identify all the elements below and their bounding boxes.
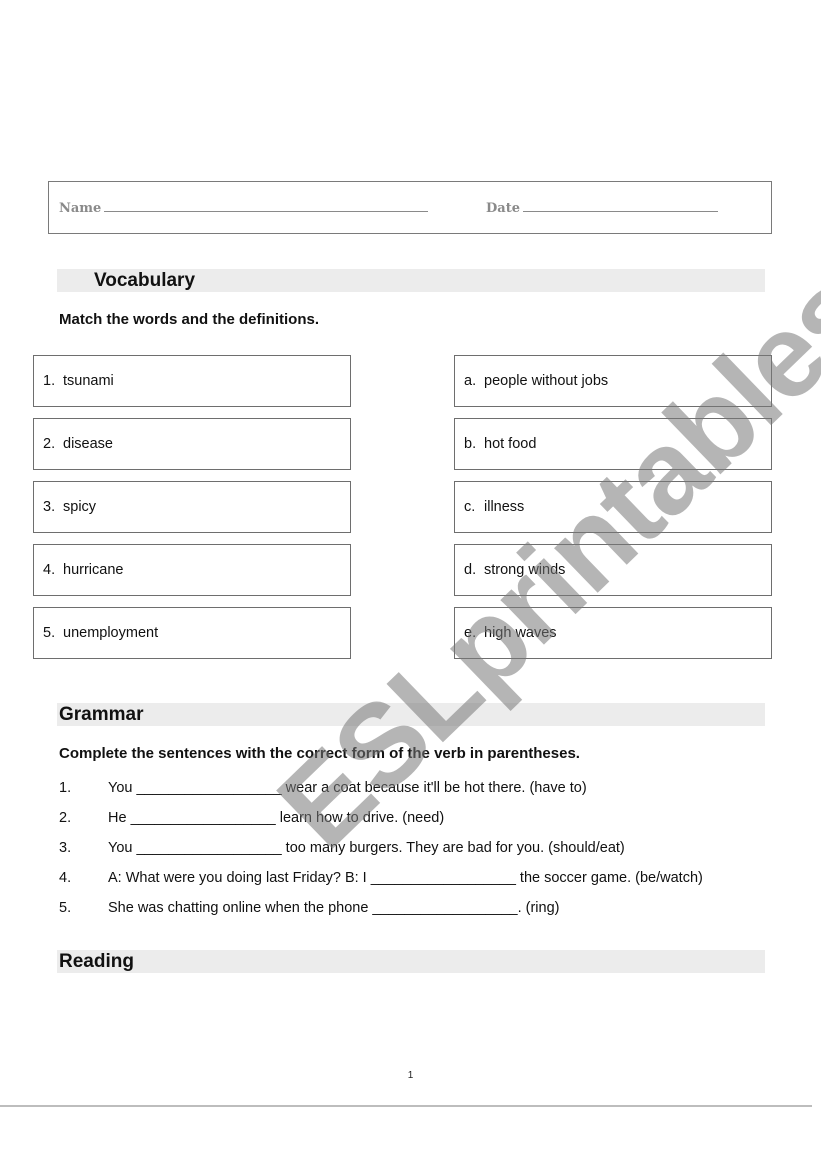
sentence-text[interactable]: She was chatting online when the phone _… <box>108 900 559 916</box>
date-field[interactable]: Date <box>486 201 718 216</box>
grammar-section-header: Grammar <box>57 703 765 726</box>
sentence-number: 5. <box>59 900 72 916</box>
sentence-number: 3. <box>59 840 72 856</box>
definition-text: strong winds <box>484 562 566 578</box>
definition-text: illness <box>484 499 525 515</box>
name-date-box: Name Date <box>48 181 772 234</box>
sentence-text[interactable]: A: What were you doing last Friday? B: I… <box>108 870 703 886</box>
sentence-text[interactable]: You __________________ wear a coat becau… <box>108 780 587 796</box>
definition-letter: a. <box>464 373 477 389</box>
word-number: 2. <box>43 436 56 452</box>
name-blank-line[interactable] <box>104 201 429 212</box>
definition-letter: e. <box>464 625 477 641</box>
name-field[interactable]: Name <box>59 201 429 216</box>
word-box: 1. tsunami <box>33 355 351 407</box>
reading-title: Reading <box>59 951 134 972</box>
reading-section-header: Reading <box>57 950 765 973</box>
sentence-number: 1. <box>59 780 72 796</box>
date-label: Date <box>486 201 520 216</box>
word-number: 5. <box>43 625 56 641</box>
definition-text: people without jobs <box>484 373 609 389</box>
definition-box: a. people without jobs <box>454 355 772 407</box>
page-number: 1 <box>407 1070 414 1081</box>
vocabulary-instruction: Match the words and the definitions. <box>59 311 320 328</box>
grammar-title: Grammar <box>59 704 144 725</box>
definition-box: e. high waves <box>454 607 772 659</box>
definition-letter: b. <box>464 436 477 452</box>
definition-box: d. strong winds <box>454 544 772 596</box>
grammar-instruction: Complete the sentences with the correct … <box>59 745 580 762</box>
definition-letter: d. <box>464 562 477 578</box>
word-number: 3. <box>43 499 56 515</box>
definition-text: hot food <box>484 436 537 452</box>
sentence-number: 4. <box>59 870 72 886</box>
date-blank-line[interactable] <box>522 201 718 212</box>
word-number: 4. <box>43 562 56 578</box>
word-text: tsunami <box>63 373 114 389</box>
page-divider <box>0 1105 812 1107</box>
word-text: unemployment <box>63 625 159 641</box>
definition-letter: c. <box>464 499 476 515</box>
definition-box: c. illness <box>454 481 772 533</box>
word-box: 5. unemployment <box>33 607 351 659</box>
word-box: 3. spicy <box>33 481 351 533</box>
word-text: hurricane <box>63 562 124 578</box>
word-box: 4. hurricane <box>33 544 351 596</box>
sentence-number: 2. <box>59 810 72 826</box>
word-text: spicy <box>63 499 97 515</box>
definition-text: high waves <box>484 625 557 641</box>
vocabulary-section-header: Vocabulary <box>57 269 765 292</box>
word-text: disease <box>63 436 113 452</box>
sentence-text[interactable]: You __________________ too many burgers.… <box>108 840 625 856</box>
word-box: 2. disease <box>33 418 351 470</box>
vocabulary-title: Vocabulary <box>94 270 196 291</box>
definition-box: b. hot food <box>454 418 772 470</box>
name-label: Name <box>59 201 102 216</box>
sentence-text[interactable]: He __________________ learn how to drive… <box>108 810 444 826</box>
word-number: 1. <box>43 373 56 389</box>
